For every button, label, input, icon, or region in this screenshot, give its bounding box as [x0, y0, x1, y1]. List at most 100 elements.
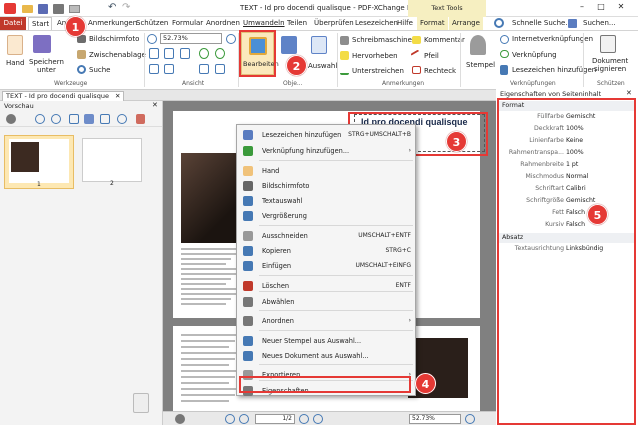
select-icon[interactable] [311, 36, 327, 54]
menu-item-label: Abwählen [262, 298, 295, 306]
menu-arrange[interactable]: Arrange [449, 17, 483, 30]
internet-links-button[interactable]: Internetverknüpfungen [512, 35, 593, 43]
options-icon[interactable] [6, 114, 16, 124]
context-menu-item-bildschirmfoto[interactable]: Bildschirmfoto [237, 179, 415, 193]
sign-document-icon[interactable] [600, 35, 616, 53]
comment-button[interactable]: Kommentar [424, 36, 465, 44]
save-as-icon[interactable] [33, 35, 51, 53]
stamp-icon[interactable] [470, 35, 486, 55]
fit-width-icon[interactable] [164, 48, 174, 59]
thumbnail-page-1[interactable]: 1 [4, 135, 74, 189]
menu-item-label: Neues Dokument aus Auswahl... [262, 352, 369, 360]
context-menu-item-kopieren[interactable]: Kopieren STRG+C [237, 244, 415, 258]
link-button[interactable]: Verknüpfung [512, 51, 557, 59]
delete-page-icon[interactable] [136, 114, 145, 124]
menu-hilfe[interactable]: Hilfe [394, 17, 416, 30]
context-menu-item-neuer-stempel-aus-auswahl[interactable]: Neuer Stempel aus Auswahl... [237, 334, 415, 348]
clipboard-button[interactable]: Zwischenablage [89, 51, 146, 59]
pane-close-icon[interactable]: ✕ [152, 101, 158, 109]
first-page-nav-icon[interactable] [225, 414, 235, 424]
maximize-button[interactable]: □ [594, 2, 608, 14]
menu-teilen[interactable]: Teilen [284, 17, 310, 30]
close-button[interactable]: ✕ [614, 2, 628, 14]
fit-page-icon[interactable] [149, 48, 159, 59]
status-zoom-field[interactable]: 52.73% [409, 414, 461, 424]
next-page-icon[interactable] [199, 64, 209, 74]
thumb-zoom-in-icon[interactable] [51, 114, 61, 124]
menu-umwandeln[interactable]: Umwandeln [240, 17, 288, 30]
extract-page-icon[interactable] [100, 114, 110, 124]
page-number-field[interactable]: 1/2 [255, 414, 295, 424]
rotate-right-icon[interactable] [215, 48, 225, 59]
status-zoom-in-icon[interactable] [465, 414, 475, 424]
context-menu-item-ausschneiden[interactable]: Ausschneiden UMSCHALT+ENTF [237, 229, 415, 243]
menu-schuetzen[interactable]: Schützen [133, 17, 171, 30]
folder-icon[interactable] [22, 5, 33, 13]
print-icon[interactable] [53, 4, 64, 14]
context-menu-item-abwählen[interactable]: Abwählen [237, 295, 415, 309]
context-menu-item-textauswahl[interactable]: Textauswahl [237, 194, 415, 208]
menu-anordnen[interactable]: Anordnen [203, 17, 243, 30]
search-tool-button[interactable]: Suche [89, 66, 110, 74]
rectangle-icon [412, 66, 421, 74]
löschen-icon [243, 281, 253, 291]
add-text-icon[interactable] [281, 36, 297, 54]
close-tab-icon[interactable]: ✕ [115, 92, 120, 100]
settings-icon[interactable] [175, 414, 185, 424]
last-page-icon[interactable] [215, 64, 225, 74]
undo-icon[interactable]: ↶ [108, 2, 116, 13]
thumb-print-icon[interactable] [84, 114, 94, 124]
context-menu-item-verknüpfung-hinzufügen[interactable]: Verknüpfung hinzufügen... › [237, 144, 415, 158]
mail-icon[interactable] [69, 5, 80, 13]
redo-icon[interactable]: ↷ [122, 2, 130, 13]
underline-button[interactable]: Unterstreichen [352, 67, 404, 75]
last-page-nav-icon[interactable] [313, 414, 323, 424]
context-menu-item-löschen[interactable]: Löschen ENTF [237, 279, 415, 293]
menu-item-shortcut: ENTF [395, 282, 411, 289]
document-tab[interactable]: TEXT - Id pro docendi qualisque ✕ [2, 91, 125, 101]
zoom-in-icon[interactable] [226, 34, 236, 44]
prev-page-icon[interactable] [164, 64, 174, 74]
fit-visible-icon[interactable] [180, 48, 190, 59]
app-logo-icon [4, 3, 16, 14]
context-menu-item-einfügen[interactable]: Einfügen UMSCHALT+EINFG [237, 259, 415, 273]
context-menu-item-hand[interactable]: Hand [237, 164, 415, 178]
next-page-nav-icon[interactable] [299, 414, 309, 424]
context-menu-item-anordnen[interactable]: Anordnen › [237, 314, 415, 328]
hand-button[interactable]: Hand [6, 59, 24, 67]
properties-close-icon[interactable]: ✕ [626, 89, 632, 97]
thumbnail-page-2[interactable]: 2 [78, 135, 148, 189]
first-page-icon[interactable] [149, 64, 159, 74]
hand-icon[interactable] [7, 35, 23, 55]
rotate-left-icon[interactable] [199, 48, 209, 59]
arrow-button[interactable]: Pfeil [424, 52, 439, 60]
highlight-button[interactable]: Hervorheben [352, 52, 398, 60]
rotate-page-icon[interactable] [117, 114, 127, 124]
quick-search-button[interactable]: Schnelle Suche... [509, 17, 575, 30]
context-menu-item-vergrößerung[interactable]: Vergrößerung [237, 209, 415, 223]
sign-document-button[interactable]: Dokument signieren [592, 57, 628, 73]
text-line [181, 364, 229, 366]
minimize-button[interactable]: – [575, 2, 589, 14]
menu-anmerkungen[interactable]: Anmerkungen [85, 17, 140, 30]
select-button[interactable]: Auswahl [308, 62, 337, 70]
save-icon[interactable] [38, 4, 48, 14]
context-menu-item-lesezeichen-hinzufügen[interactable]: Lesezeichen hinzufügen STRG+UMSCHALT+B [237, 128, 415, 142]
find-button[interactable]: Suchen... [580, 17, 619, 30]
zoom-combo[interactable]: 52.73% [160, 33, 222, 44]
insert-page-icon[interactable] [69, 114, 79, 124]
typewriter-button[interactable]: Schreibmaschine [352, 36, 412, 44]
menu-datei[interactable]: Datei [0, 17, 26, 30]
screenshot-button[interactable]: Bildschirmfoto [89, 35, 139, 43]
menu-ueberpruefen[interactable]: Überprüfen [311, 17, 357, 30]
rectangle-button[interactable]: Rechteck [424, 67, 456, 75]
prev-page-nav-icon[interactable] [239, 414, 249, 424]
menu-start[interactable]: Start [28, 17, 52, 30]
menu-formular[interactable]: Formular [169, 17, 206, 30]
zoom-out-icon[interactable] [147, 34, 157, 44]
menu-format[interactable]: Format [417, 17, 448, 30]
context-menu-item-neues-dokument-aus-auswahl[interactable]: Neues Dokument aus Auswahl... [237, 349, 415, 363]
thumb-zoom-out-icon[interactable] [35, 114, 45, 124]
stamp-button[interactable]: Stempel [466, 61, 495, 69]
save-as-button[interactable]: Speichern unter [29, 58, 64, 74]
